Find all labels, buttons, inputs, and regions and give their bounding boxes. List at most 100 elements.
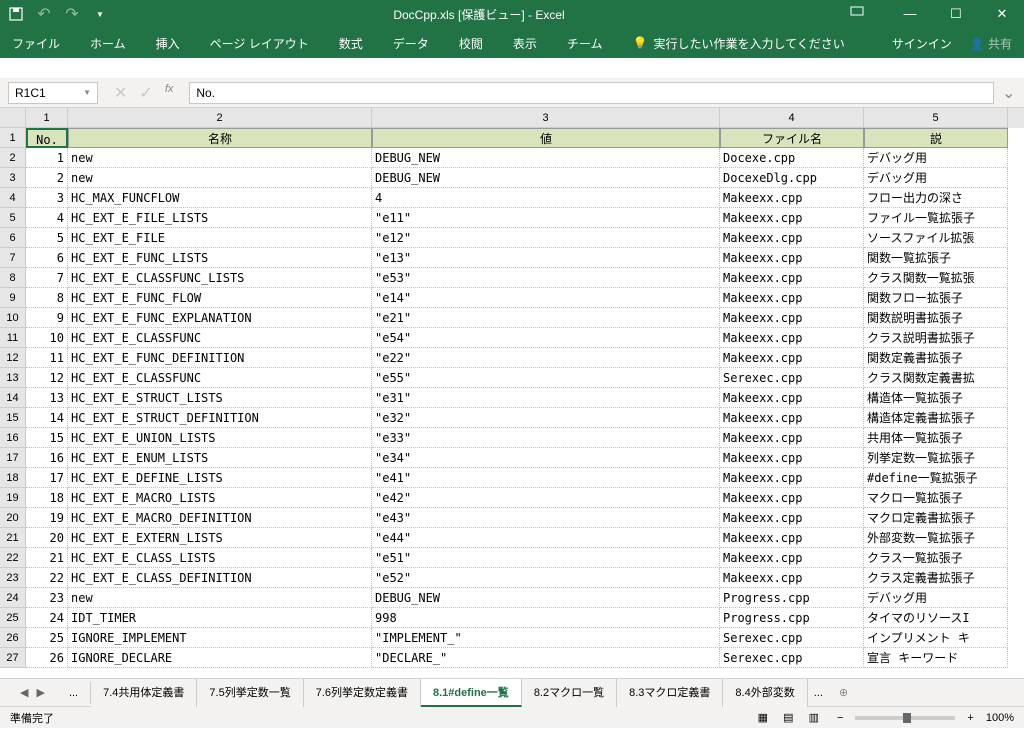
cell[interactable]: HC_EXT_E_DEFINE_LISTS (68, 468, 372, 488)
cell[interactable]: インプリメント キ (864, 628, 1008, 648)
cell[interactable]: 2 (26, 168, 68, 188)
row-header[interactable]: 16 (0, 428, 26, 448)
row-header[interactable]: 22 (0, 548, 26, 568)
cell[interactable]: 15 (26, 428, 68, 448)
cell[interactable]: Serexec.cpp (720, 628, 864, 648)
cell[interactable]: IGNORE_DECLARE (68, 648, 372, 668)
row-header[interactable]: 2 (0, 148, 26, 168)
header-cell[interactable]: 名称 (68, 128, 372, 148)
cell[interactable]: Makeexx.cpp (720, 568, 864, 588)
row-header[interactable]: 10 (0, 308, 26, 328)
cell[interactable]: DEBUG_NEW (372, 168, 720, 188)
cell[interactable]: Progress.cpp (720, 588, 864, 608)
cell[interactable]: Makeexx.cpp (720, 428, 864, 448)
cell[interactable]: HC_EXT_E_CLASSFUNC (68, 328, 372, 348)
cell[interactable]: マクロ定義書拡張子 (864, 508, 1008, 528)
cell[interactable]: 20 (26, 528, 68, 548)
row-header[interactable]: 8 (0, 268, 26, 288)
cell[interactable]: クラス一覧拡張子 (864, 548, 1008, 568)
zoom-level[interactable]: 100% (986, 712, 1014, 724)
cell[interactable]: 4 (26, 208, 68, 228)
cell[interactable]: 4 (372, 188, 720, 208)
cell[interactable]: Makeexx.cpp (720, 528, 864, 548)
cancel-icon[interactable]: ✕ (114, 83, 127, 103)
tab-review[interactable]: 校閲 (459, 35, 483, 52)
cell[interactable]: 3 (26, 188, 68, 208)
cell[interactable]: HC_EXT_E_FUNC_LISTS (68, 248, 372, 268)
cell[interactable]: DEBUG_NEW (372, 148, 720, 168)
cell[interactable]: "e55" (372, 368, 720, 388)
zoom-out-icon[interactable]: − (837, 712, 843, 724)
tell-me[interactable]: 💡 実行したい作業を入力してください (632, 35, 844, 52)
cell[interactable]: "e21" (372, 308, 720, 328)
cell[interactable]: HC_EXT_E_FILE_LISTS (68, 208, 372, 228)
cell[interactable]: 14 (26, 408, 68, 428)
cell[interactable]: Serexec.cpp (720, 368, 864, 388)
cell[interactable]: HC_MAX_FUNCFLOW (68, 188, 372, 208)
cell[interactable]: HC_EXT_E_UNION_LISTS (68, 428, 372, 448)
cell[interactable]: Makeexx.cpp (720, 248, 864, 268)
row-header[interactable]: 24 (0, 588, 26, 608)
cell[interactable]: 7 (26, 268, 68, 288)
cell[interactable]: Makeexx.cpp (720, 208, 864, 228)
sheet-tab[interactable]: 7.5列挙定数一覧 (197, 679, 303, 707)
cell[interactable]: デバッグ用 (864, 588, 1008, 608)
header-cell[interactable]: No. (26, 128, 68, 148)
cell[interactable]: HC_EXT_E_STRUCT_LISTS (68, 388, 372, 408)
cell[interactable]: IDT_TIMER (68, 608, 372, 628)
cell[interactable]: HC_EXT_E_CLASS_LISTS (68, 548, 372, 568)
header-cell[interactable]: 説 (864, 128, 1008, 148)
cell[interactable]: 10 (26, 328, 68, 348)
cell[interactable]: "DECLARE_" (372, 648, 720, 668)
cell[interactable]: "e31" (372, 388, 720, 408)
sheet-tab[interactable]: 8.2マクロ一覧 (522, 679, 617, 707)
cell[interactable]: Makeexx.cpp (720, 508, 864, 528)
tab-file[interactable]: ファイル (12, 35, 60, 52)
cell[interactable]: 12 (26, 368, 68, 388)
cell[interactable]: 6 (26, 248, 68, 268)
cell[interactable]: 1 (26, 148, 68, 168)
cell[interactable]: ソースファイル拡張 (864, 228, 1008, 248)
row-header[interactable]: 27 (0, 648, 26, 668)
name-box[interactable]: R1C1▼ (8, 82, 98, 104)
cell[interactable]: 共用体一覧拡張子 (864, 428, 1008, 448)
cell[interactable]: HC_EXT_E_FUNC_DEFINITION (68, 348, 372, 368)
cell[interactable]: HC_EXT_E_CLASSFUNC_LISTS (68, 268, 372, 288)
row-header[interactable]: 19 (0, 488, 26, 508)
cell[interactable]: Makeexx.cpp (720, 548, 864, 568)
pagelayout-view-icon[interactable]: ▤ (777, 712, 799, 724)
row-header[interactable]: 13 (0, 368, 26, 388)
cell[interactable]: "e51" (372, 548, 720, 568)
cell[interactable]: 18 (26, 488, 68, 508)
sheet-tab[interactable]: 7.6列挙定数定義書 (304, 679, 421, 707)
row-header[interactable]: 11 (0, 328, 26, 348)
cell[interactable]: 21 (26, 548, 68, 568)
qat-dropdown-icon[interactable]: ▼ (92, 6, 108, 22)
cell[interactable]: #define一覧拡張子 (864, 468, 1008, 488)
undo-icon[interactable]: ↶ (36, 6, 52, 22)
row-header[interactable]: 5 (0, 208, 26, 228)
row-header[interactable]: 23 (0, 568, 26, 588)
cell[interactable]: Makeexx.cpp (720, 408, 864, 428)
cell[interactable]: new (68, 168, 372, 188)
cell[interactable]: Makeexx.cpp (720, 448, 864, 468)
cell[interactable]: DEBUG_NEW (372, 588, 720, 608)
cell[interactable]: 構造体一覧拡張子 (864, 388, 1008, 408)
tab-home[interactable]: ホーム (90, 35, 126, 52)
sheet-tab[interactable]: 7.4共用体定義書 (91, 679, 197, 707)
maximize-icon[interactable]: ☐ (942, 6, 970, 22)
tab-insert[interactable]: 挿入 (156, 35, 180, 52)
cell[interactable]: "e14" (372, 288, 720, 308)
cell[interactable]: 25 (26, 628, 68, 648)
cell[interactable]: Makeexx.cpp (720, 348, 864, 368)
close-icon[interactable]: ✕ (988, 6, 1016, 22)
cell[interactable]: クラス定義書拡張子 (864, 568, 1008, 588)
cell[interactable]: Makeexx.cpp (720, 388, 864, 408)
zoom-in-icon[interactable]: + (967, 712, 973, 724)
row-header[interactable]: 21 (0, 528, 26, 548)
cell[interactable]: Docexe.cpp (720, 148, 864, 168)
cell[interactable]: DocexeDlg.cpp (720, 168, 864, 188)
cell[interactable]: クラス関数一覧拡張 (864, 268, 1008, 288)
cell[interactable]: クラス関数定義書拡 (864, 368, 1008, 388)
sheet-ellipsis[interactable]: ... (57, 682, 91, 704)
